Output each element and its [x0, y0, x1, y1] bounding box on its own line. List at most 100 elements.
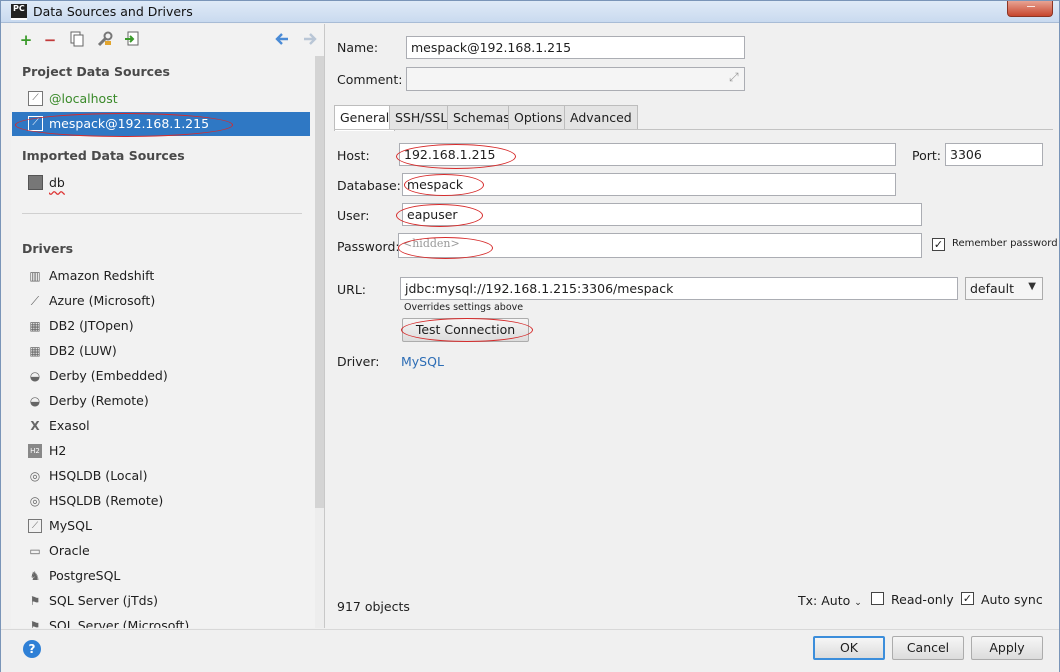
tab-advanced[interactable]: Advanced: [564, 105, 638, 129]
host-field[interactable]: 192.168.1.215: [399, 143, 896, 166]
autosync-checkbox[interactable]: ✓: [961, 592, 974, 605]
url-mode-value: default: [970, 281, 1014, 296]
user-field[interactable]: eapuser: [402, 203, 922, 226]
driver-label: Oracle: [49, 543, 90, 558]
password-field[interactable]: <hidden>: [398, 233, 922, 258]
sqlserver-icon: ⚑: [29, 619, 41, 628]
data-sources-dialog: PC Data Sources and Drivers + − Project: [0, 0, 1060, 672]
data-source-db[interactable]: db: [12, 171, 310, 195]
comment-field[interactable]: [406, 67, 745, 91]
driver-item-mysql[interactable]: ⟋ MySQL: [22, 514, 302, 539]
database-label: Database:: [337, 178, 401, 193]
apply-button[interactable]: Apply: [971, 636, 1043, 660]
driver-item-derby-embedded[interactable]: ◒ Derby (Embedded): [22, 364, 302, 389]
name-label: Name:: [337, 40, 379, 55]
driver-item-db2-jtopen[interactable]: ▦ DB2 (JTOpen): [22, 314, 302, 339]
db2-icon: ▦: [29, 319, 41, 333]
driver-label: SQL Server (Microsoft): [49, 618, 190, 628]
cancel-button[interactable]: Cancel: [892, 636, 964, 660]
autosync-label: Auto sync: [981, 592, 1043, 607]
drivers-heading: Drivers: [22, 241, 74, 256]
scrollbar-thumb[interactable]: [315, 56, 324, 508]
mysql-datasource-icon: ⟋: [28, 116, 43, 131]
hsqldb-icon: ◎: [29, 469, 41, 483]
test-connection-button[interactable]: Test Connection: [402, 318, 529, 342]
driver-item-sqlserver-jtds[interactable]: ⚑ SQL Server (jTds): [22, 589, 302, 614]
driver-item-derby-remote[interactable]: ◒ Derby (Remote): [22, 389, 302, 414]
url-field[interactable]: jdbc:mysql://192.168.1.215:3306/mespack: [400, 277, 958, 300]
data-source-label: db: [49, 175, 65, 190]
left-panel: + − Project Data Sources ⟋ @localhost ⟋ …: [11, 24, 325, 628]
back-arrow-icon[interactable]: [273, 31, 291, 49]
redshift-icon: ▥: [29, 269, 41, 283]
duplicate-icon[interactable]: [68, 31, 86, 49]
driver-label: Azure (Microsoft): [49, 293, 156, 308]
comment-label: Comment:: [337, 72, 403, 87]
port-label: Port:: [912, 148, 941, 163]
hsqldb-icon: ◎: [29, 494, 41, 508]
exasol-icon: X: [30, 419, 40, 433]
remember-password-label: Remember password: [952, 238, 1058, 249]
tab-panel-border: [334, 129, 1053, 130]
left-toolbar: + −: [11, 24, 324, 56]
help-icon[interactable]: ?: [23, 640, 41, 658]
driver-item-exasol[interactable]: X Exasol: [22, 414, 302, 439]
data-source-localhost[interactable]: ⟋ @localhost: [12, 87, 310, 111]
driver-item-postgresql[interactable]: ♞ PostgreSQL: [22, 564, 302, 589]
port-field[interactable]: 3306: [945, 143, 1043, 166]
driver-item-sqlserver-microsoft[interactable]: ⚑ SQL Server (Microsoft): [22, 614, 302, 628]
driver-settings-icon[interactable]: [96, 31, 114, 49]
driver-label: Exasol: [49, 418, 90, 433]
driver-item-hsqldb-remote[interactable]: ◎ HSQLDB (Remote): [22, 489, 302, 514]
name-field[interactable]: mespack@192.168.1.215: [406, 36, 745, 59]
mysql-icon: ⟋: [28, 519, 42, 533]
readonly-checkbox[interactable]: [871, 592, 884, 605]
driver-item-azure[interactable]: ⟋ Azure (Microsoft): [22, 289, 302, 314]
forward-arrow-icon[interactable]: [301, 31, 319, 49]
expand-icon[interactable]: ⤢: [729, 70, 739, 85]
pycharm-icon: PC: [11, 4, 27, 20]
left-scrollbar[interactable]: [315, 56, 324, 628]
url-label: URL:: [337, 282, 367, 297]
tab-options[interactable]: Options: [508, 105, 569, 129]
password-label: Password:: [337, 239, 400, 254]
sqlite-datasource-icon: [28, 175, 43, 190]
add-icon[interactable]: +: [17, 31, 35, 49]
driver-label: SQL Server (jTds): [49, 593, 158, 608]
tx-mode-label: Tx: Auto: [798, 593, 851, 608]
db2-icon: ▦: [29, 344, 41, 358]
ok-button[interactable]: OK: [813, 636, 885, 660]
database-field[interactable]: mespack: [402, 173, 896, 196]
mysql-datasource-icon: ⟋: [28, 91, 43, 106]
data-source-mespack[interactable]: ⟋ mespack@192.168.1.215: [12, 112, 310, 136]
driver-label: Driver:: [337, 354, 380, 369]
section-divider: [22, 213, 302, 214]
close-button[interactable]: [1007, 1, 1053, 17]
driver-item-hsqldb-local[interactable]: ◎ HSQLDB (Local): [22, 464, 302, 489]
driver-item-amazon-redshift[interactable]: ▥ Amazon Redshift: [22, 264, 302, 289]
user-label: User:: [337, 208, 370, 223]
right-panel: Name: mespack@192.168.1.215 Comment: ⤢ G…: [326, 24, 1059, 628]
host-label: Host:: [337, 148, 370, 163]
tab-general[interactable]: General: [334, 105, 396, 131]
driver-item-h2[interactable]: H2 H2: [22, 439, 302, 464]
driver-link[interactable]: MySQL: [401, 354, 444, 369]
project-data-sources-heading: Project Data Sources: [22, 64, 170, 79]
driver-label: DB2 (JTOpen): [49, 318, 134, 333]
url-mode-dropdown[interactable]: default ▼: [965, 277, 1043, 300]
window-title: Data Sources and Drivers: [33, 4, 193, 19]
remove-icon[interactable]: −: [41, 31, 59, 49]
tab-ssh-ssl[interactable]: SSH/SSL: [389, 105, 454, 129]
driver-item-db2-luw[interactable]: ▦ DB2 (LUW): [22, 339, 302, 364]
tx-mode-dropdown[interactable]: Tx: Auto ⌄: [798, 593, 862, 608]
import-icon[interactable]: [123, 31, 141, 49]
tab-schemas[interactable]: Schemas: [447, 105, 516, 129]
data-source-label: mespack@192.168.1.215: [49, 116, 210, 131]
remember-password-checkbox[interactable]: ✓: [932, 238, 945, 251]
chevron-down-icon: ▼: [1028, 281, 1036, 292]
driver-label: HSQLDB (Remote): [49, 493, 164, 508]
driver-item-oracle[interactable]: ▭ Oracle: [22, 539, 302, 564]
driver-label: Amazon Redshift: [49, 268, 155, 283]
h2-icon: H2: [28, 444, 42, 458]
driver-label: Derby (Embedded): [49, 368, 168, 383]
